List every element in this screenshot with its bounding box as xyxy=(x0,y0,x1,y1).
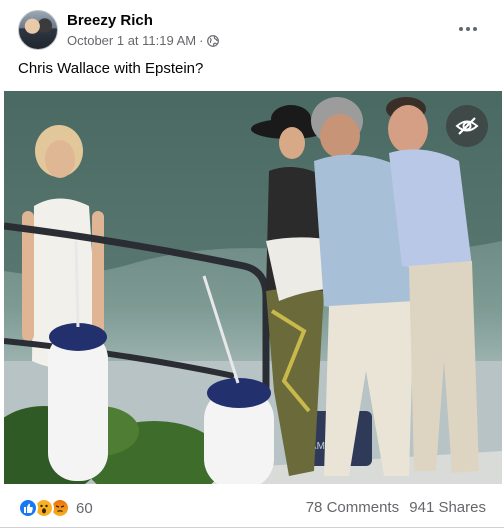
comments-count[interactable]: 78 Comments xyxy=(306,499,399,516)
post-footer: 60 78 Comments 941 Shares xyxy=(0,486,504,528)
post-caption: Chris Wallace with Epstein? xyxy=(18,60,204,77)
avatar-border xyxy=(18,10,58,50)
post-timestamp[interactable]: October 1 at 11:19 AM xyxy=(67,33,196,48)
author-name[interactable]: Breezy Rich xyxy=(67,12,153,29)
eye-slash-icon[interactable] xyxy=(446,105,488,147)
post-meta: October 1 at 11:19 AM · xyxy=(67,33,220,48)
feed-post: Breezy Rich October 1 at 11:19 AM · Chri… xyxy=(0,0,504,528)
post-photo[interactable]: YAMAHA xyxy=(4,91,502,484)
globe-icon[interactable] xyxy=(207,34,220,47)
more-options-icon[interactable] xyxy=(453,14,483,44)
engagement-stats: 78 Comments 941 Shares xyxy=(306,499,486,516)
shares-count[interactable]: 941 Shares xyxy=(409,499,486,516)
reaction-summary[interactable]: 60 xyxy=(18,498,93,518)
meta-separator: · xyxy=(199,33,204,48)
post-header: Breezy Rich October 1 at 11:19 AM · xyxy=(0,0,504,58)
like-icon xyxy=(18,498,38,518)
reaction-count: 60 xyxy=(76,499,93,517)
